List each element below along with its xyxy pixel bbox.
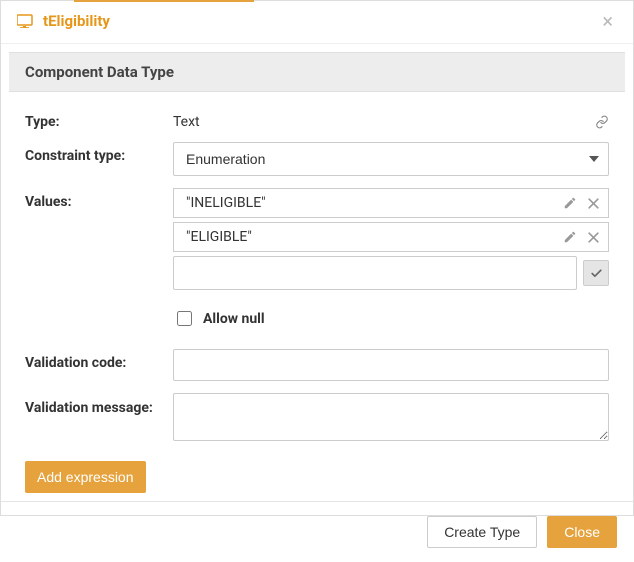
type-value-text: Text bbox=[173, 114, 200, 130]
delete-icon[interactable] bbox=[587, 197, 600, 210]
enum-value-text: "INELIGIBLE" bbox=[186, 195, 563, 211]
data-type-icon bbox=[17, 14, 35, 28]
validation-message-row: Validation message: bbox=[25, 393, 609, 445]
values-label: Values: bbox=[25, 188, 173, 210]
values-row: Values: "INELIGIBLE" bbox=[25, 188, 609, 337]
type-row: Type: Text bbox=[25, 108, 609, 130]
validation-code-input[interactable] bbox=[173, 349, 609, 381]
constraint-type-row: Constraint type: bbox=[25, 142, 609, 176]
validation-code-row: Validation code: bbox=[25, 349, 609, 381]
new-enum-value-input[interactable] bbox=[173, 256, 577, 290]
enum-value-list: "INELIGIBLE" "ELIGIBLE" bbox=[173, 188, 609, 290]
allow-null-label[interactable]: Allow null bbox=[203, 311, 265, 327]
dialog-footer: Create Type Close bbox=[1, 501, 633, 562]
allow-null-checkbox[interactable] bbox=[177, 311, 192, 326]
type-label: Type: bbox=[25, 108, 173, 130]
section-header: Component Data Type bbox=[9, 52, 625, 92]
dialog-header: tEligibility × bbox=[1, 1, 633, 44]
validation-message-field bbox=[173, 393, 609, 445]
validation-code-label: Validation code: bbox=[25, 349, 173, 371]
edit-icon[interactable] bbox=[563, 196, 577, 210]
validation-message-input[interactable] bbox=[173, 393, 609, 441]
close-button[interactable]: Close bbox=[547, 516, 617, 548]
dialog-title: tEligibility bbox=[43, 12, 110, 30]
constraint-type-input[interactable] bbox=[173, 142, 609, 176]
enum-value-text: "ELIGIBLE" bbox=[186, 229, 563, 245]
edit-icon[interactable] bbox=[563, 230, 577, 244]
confirm-add-value-button[interactable] bbox=[583, 260, 609, 286]
validation-message-label: Validation message: bbox=[25, 393, 173, 417]
constraint-type-field bbox=[173, 142, 609, 176]
enum-value-item: "ELIGIBLE" bbox=[173, 222, 609, 252]
validation-code-field bbox=[173, 349, 609, 381]
create-type-button[interactable]: Create Type bbox=[427, 516, 537, 548]
close-icon[interactable]: × bbox=[598, 11, 617, 31]
allow-null-row: Allow null bbox=[173, 308, 609, 329]
link-icon[interactable] bbox=[595, 115, 609, 129]
enum-value-item: "INELIGIBLE" bbox=[173, 188, 609, 218]
add-expression-button[interactable]: Add expression bbox=[25, 461, 146, 493]
constraint-type-select[interactable] bbox=[173, 142, 609, 176]
component-data-type-dialog: tEligibility × Component Data Type Type:… bbox=[0, 0, 634, 516]
constraint-type-label: Constraint type: bbox=[25, 142, 173, 164]
type-field: Text bbox=[173, 108, 609, 130]
delete-icon[interactable] bbox=[587, 231, 600, 244]
values-field: "INELIGIBLE" "ELIGIBLE" bbox=[173, 188, 609, 337]
dialog-body: Type: Text Constraint type: bbox=[1, 92, 633, 501]
new-enum-value-row bbox=[173, 256, 609, 290]
